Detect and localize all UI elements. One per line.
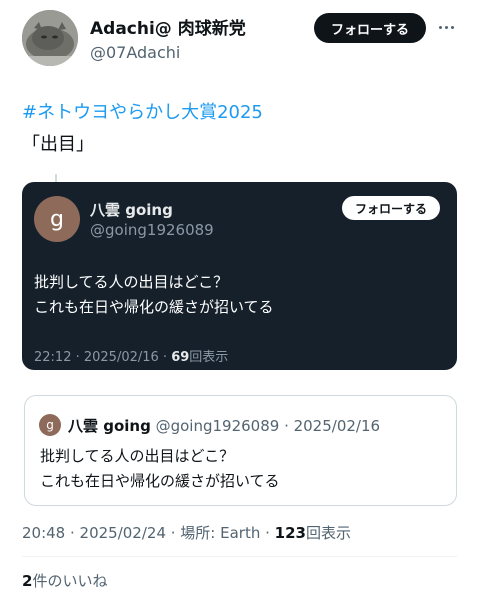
tweet-views-count: 123 <box>274 524 306 542</box>
embedded-avatar: g <box>34 196 80 242</box>
author-name-block: Adachi@ 肉球新党 @07Adachi <box>90 14 246 62</box>
follow-button[interactable]: フォローする <box>314 13 426 43</box>
embedded-views-label: 回表示 <box>189 350 229 365</box>
quote-text-line-2: これも在日や帰化の緩さが招いてる <box>40 472 280 490</box>
quote-meta: @going1926089 · 2025/02/16 <box>150 417 381 435</box>
embedded-text-line-2: これも在日や帰化の緩さが招いてる <box>34 298 274 316</box>
hashtag-link[interactable]: #ネトウヨやらかし大賞2025 <box>22 98 263 124</box>
quote-text-line-1: 批判してる人の出目はどこ？ <box>40 447 235 465</box>
tweet-header: Adachi@ 肉球新党 @07Adachi フォローする <box>22 10 462 70</box>
embedded-name: 八雲 going <box>90 201 173 219</box>
embedded-views-count: 69 <box>171 350 190 365</box>
embedded-text: 批判してる人の出目はどこ？ これも在日や帰化の緩さが招いてる <box>34 270 274 320</box>
quote-tweet-card[interactable]: g 八雲 going @going1926089 · 2025/02/16 批判… <box>24 395 457 506</box>
more-icon[interactable] <box>436 20 456 34</box>
quote-name: 八雲 going <box>68 417 151 435</box>
likes-label: 件のいいね <box>32 572 108 590</box>
divider <box>22 556 457 557</box>
embedded-follow-button: フォローする <box>342 196 440 220</box>
quote-avatar: g <box>39 414 61 436</box>
author-display-name[interactable]: Adachi@ 肉球新党 <box>90 14 246 39</box>
embedded-text-line-1: 批判してる人の出目はどこ？ <box>34 273 229 291</box>
likes-count: 2 <box>22 572 33 590</box>
embedded-meta: 22:12 · 2025/02/16 · 69回表示 <box>34 346 228 365</box>
tweet-meta: 20:48 · 2025/02/24 · 場所: Earth · 123回表示 <box>22 522 351 543</box>
embedded-timestamp: 22:12 · 2025/02/16 · <box>34 350 172 365</box>
author-handle[interactable]: @07Adachi <box>90 43 246 62</box>
cat-photo <box>22 10 78 66</box>
embedded-handle: @going1926089 <box>90 221 214 239</box>
tweet-timestamp[interactable]: 20:48 · 2025/02/24 · 場所: Earth · <box>22 524 275 542</box>
author-avatar[interactable] <box>22 10 78 66</box>
quote-text: 批判してる人の出目はどこ？ これも在日や帰化の緩さが招いてる <box>40 444 280 494</box>
tweet-text: 「出目」 <box>22 134 94 155</box>
quote-header: 八雲 going @going1926089 · 2025/02/16 <box>68 415 380 436</box>
embedded-tweet-image[interactable]: g 八雲 going @going1926089 フォローする 批判してる人の出… <box>22 182 457 370</box>
likes-link[interactable]: 2件のいいね <box>22 570 107 591</box>
tweet-views-label: 回表示 <box>305 524 351 542</box>
